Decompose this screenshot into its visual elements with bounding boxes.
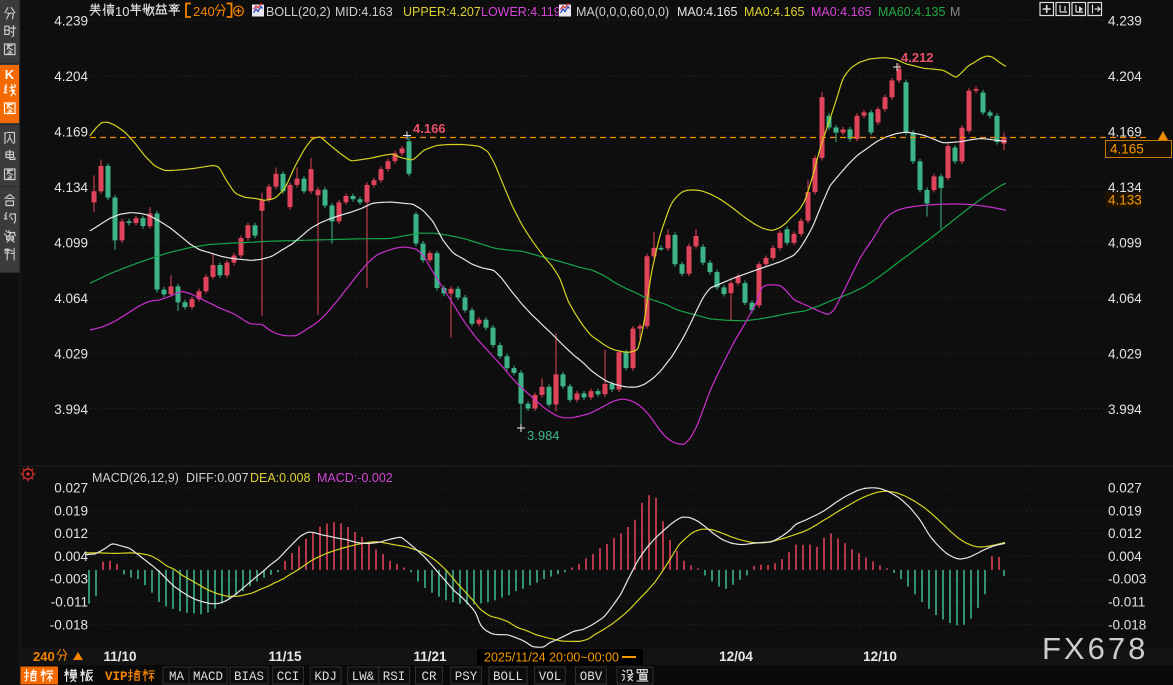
svg-text:0.027: 0.027 — [1108, 481, 1142, 496]
svg-text:240: 240 — [33, 649, 55, 664]
svg-text:0.019: 0.019 — [54, 503, 88, 518]
svg-text:MA0:4.165: MA0:4.165 — [811, 5, 872, 19]
svg-text:VIP: VIP — [105, 670, 128, 684]
svg-text:0.012: 0.012 — [54, 526, 88, 541]
svg-text:4.064: 4.064 — [1108, 291, 1142, 306]
svg-text:11/15: 11/15 — [268, 649, 302, 664]
svg-text:MA0:4.165: MA0:4.165 — [677, 5, 738, 19]
svg-text:4.064: 4.064 — [54, 291, 88, 306]
svg-text:-0.018: -0.018 — [50, 617, 88, 632]
svg-text:4.239: 4.239 — [1108, 14, 1142, 29]
svg-text:MACD:-0.002: MACD:-0.002 — [317, 471, 393, 485]
svg-text:MA60:4.135: MA60:4.135 — [878, 5, 945, 19]
svg-text:4.099: 4.099 — [54, 235, 88, 250]
svg-text:3.984: 3.984 — [527, 428, 560, 443]
svg-text:BOLL: BOLL — [493, 670, 523, 684]
svg-text:K: K — [5, 67, 15, 82]
svg-text:-0.011: -0.011 — [1108, 595, 1145, 610]
svg-text:RSI: RSI — [383, 670, 406, 684]
svg-text:4.212: 4.212 — [901, 50, 934, 65]
svg-text:4.204: 4.204 — [54, 69, 88, 84]
svg-text:LW&: LW& — [352, 670, 375, 684]
svg-text:4.239: 4.239 — [54, 14, 88, 29]
svg-text:-0.011: -0.011 — [51, 595, 88, 610]
svg-text:4.133: 4.133 — [1108, 193, 1142, 208]
svg-text:11/21: 11/21 — [413, 649, 447, 664]
svg-text:MID:4.163: MID:4.163 — [335, 5, 393, 19]
svg-text:BOLL(20,2): BOLL(20,2) — [266, 5, 331, 19]
svg-text:LOWER:4.119: LOWER:4.119 — [481, 5, 561, 19]
svg-text:OBV: OBV — [580, 670, 603, 684]
svg-text:0.004: 0.004 — [54, 549, 88, 564]
svg-text:MA0:4.165: MA0:4.165 — [744, 5, 805, 19]
svg-text:11/10: 11/10 — [103, 649, 136, 664]
svg-text:4.169: 4.169 — [1108, 125, 1142, 140]
svg-text:4.165: 4.165 — [1110, 142, 1144, 157]
svg-text:DIFF:0.007: DIFF:0.007 — [186, 471, 249, 485]
svg-text:4.204: 4.204 — [1108, 69, 1142, 84]
svg-text:CCI: CCI — [277, 670, 300, 684]
svg-text:FX678: FX678 — [1042, 631, 1148, 666]
svg-text:MACD: MACD — [193, 670, 223, 684]
svg-text:4.166: 4.166 — [413, 121, 446, 136]
svg-text:4.099: 4.099 — [1108, 235, 1142, 250]
svg-text:10: 10 — [115, 4, 129, 19]
svg-text:VOL: VOL — [539, 670, 562, 684]
svg-text:4.029: 4.029 — [54, 346, 88, 361]
svg-text:0.004: 0.004 — [1108, 549, 1142, 564]
svg-text:PSY: PSY — [455, 670, 478, 684]
svg-text:-0.003: -0.003 — [1108, 572, 1146, 587]
svg-text:12/04: 12/04 — [719, 649, 753, 664]
svg-text:0.019: 0.019 — [1108, 503, 1142, 518]
svg-text:CR: CR — [421, 670, 437, 684]
svg-text:M: M — [950, 5, 960, 19]
svg-text:3.994: 3.994 — [1108, 402, 1142, 417]
svg-text:MA: MA — [169, 670, 185, 684]
svg-text:4.029: 4.029 — [1108, 346, 1142, 361]
svg-text:MACD(26,12,9): MACD(26,12,9) — [92, 471, 179, 485]
svg-text:12/10: 12/10 — [863, 649, 897, 664]
svg-text:4.134: 4.134 — [54, 180, 88, 195]
svg-text:0.027: 0.027 — [54, 481, 88, 496]
svg-text:MA(0,0,0,60,0,0): MA(0,0,0,60,0,0) — [576, 5, 669, 19]
svg-text:-0.003: -0.003 — [50, 572, 88, 587]
svg-text:DEA:0.008: DEA:0.008 — [250, 471, 311, 485]
svg-text:BIAS: BIAS — [234, 670, 264, 684]
svg-text:0.012: 0.012 — [1108, 526, 1142, 541]
svg-text:KDJ: KDJ — [314, 670, 337, 684]
svg-text:2025/11/24 20:00~00:00: 2025/11/24 20:00~00:00 — [484, 651, 619, 665]
svg-text:UPPER:4.207: UPPER:4.207 — [403, 5, 481, 19]
svg-text:3.994: 3.994 — [54, 402, 88, 417]
svg-text:4.169: 4.169 — [54, 125, 88, 140]
svg-text:240: 240 — [193, 4, 215, 19]
